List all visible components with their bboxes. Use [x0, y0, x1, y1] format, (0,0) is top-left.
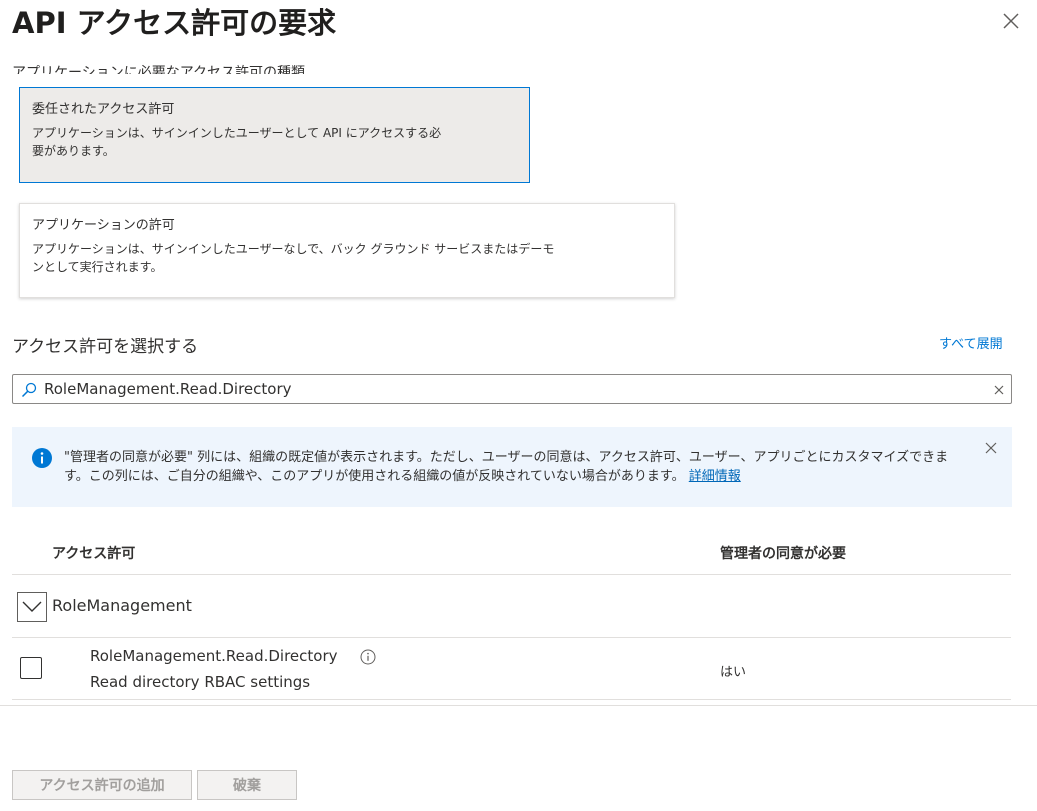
- group-expand-toggle[interactable]: [17, 592, 47, 622]
- info-circle-icon[interactable]: [360, 649, 376, 665]
- dismiss-icon[interactable]: [985, 442, 997, 454]
- learn-more-link[interactable]: 詳細情報: [689, 469, 741, 484]
- column-header-permission: アクセス許可: [52, 546, 136, 562]
- group-name: RoleManagement: [52, 596, 192, 615]
- permission-checkbox[interactable]: [20, 657, 42, 679]
- column-header-admin-consent: 管理者の同意が必要: [720, 546, 846, 562]
- discard-button[interactable]: 破棄: [197, 770, 297, 800]
- permission-name: RoleManagement.Read.Directory: [90, 647, 338, 665]
- card-title: 委任されたアクセス許可: [32, 102, 175, 117]
- partial-section-heading: アプリケーションに必要なアクセス許可の種類: [12, 65, 306, 74]
- search-input[interactable]: [44, 377, 984, 401]
- add-permissions-button[interactable]: アクセス許可の追加: [12, 770, 192, 800]
- permission-row: RoleManagement.Read.Directory Read direc…: [12, 638, 1011, 700]
- permission-description: Read directory RBAC settings: [90, 673, 311, 691]
- expand-all-link[interactable]: すべて展開: [939, 333, 1003, 352]
- info-icon: [32, 448, 52, 468]
- application-permissions-card[interactable]: アプリケーションの許可 アプリケーションは、サインインしたユーザーなしで、バック…: [19, 203, 675, 298]
- card-title: アプリケーションの許可: [32, 218, 175, 233]
- chevron-down-icon: [22, 601, 42, 612]
- card-description: アプリケーションは、サインインしたユーザーとして API にアクセスする必要があ…: [32, 126, 442, 158]
- permissions-table-header: アクセス許可 管理者の同意が必要: [12, 531, 1011, 575]
- search-icon: [21, 382, 37, 398]
- info-message-bar: "管理者の同意が必要" 列には、組織の既定値が表示されます。ただし、ユーザーの同…: [12, 427, 1012, 507]
- page-title: API アクセス許可の要求: [12, 6, 337, 40]
- footer-divider: [0, 705, 1037, 706]
- select-permissions-heading: アクセス許可を選択する: [12, 337, 199, 357]
- close-button[interactable]: [998, 8, 1024, 34]
- admin-consent-value: はい: [720, 665, 747, 680]
- delegated-permissions-card[interactable]: 委任されたアクセス許可 アプリケーションは、サインインしたユーザーとして API…: [19, 87, 530, 183]
- clear-search-icon[interactable]: [992, 383, 1006, 397]
- card-description: アプリケーションは、サインインしたユーザーなしで、バック グラウンド サービスま…: [32, 242, 555, 274]
- close-icon: [1003, 13, 1019, 29]
- permission-group-row: RoleManagement: [12, 575, 1011, 638]
- info-message-text: "管理者の同意が必要" 列には、組織の既定値が表示されます。ただし、ユーザーの同…: [64, 450, 949, 484]
- permission-search-box: [12, 374, 1012, 404]
